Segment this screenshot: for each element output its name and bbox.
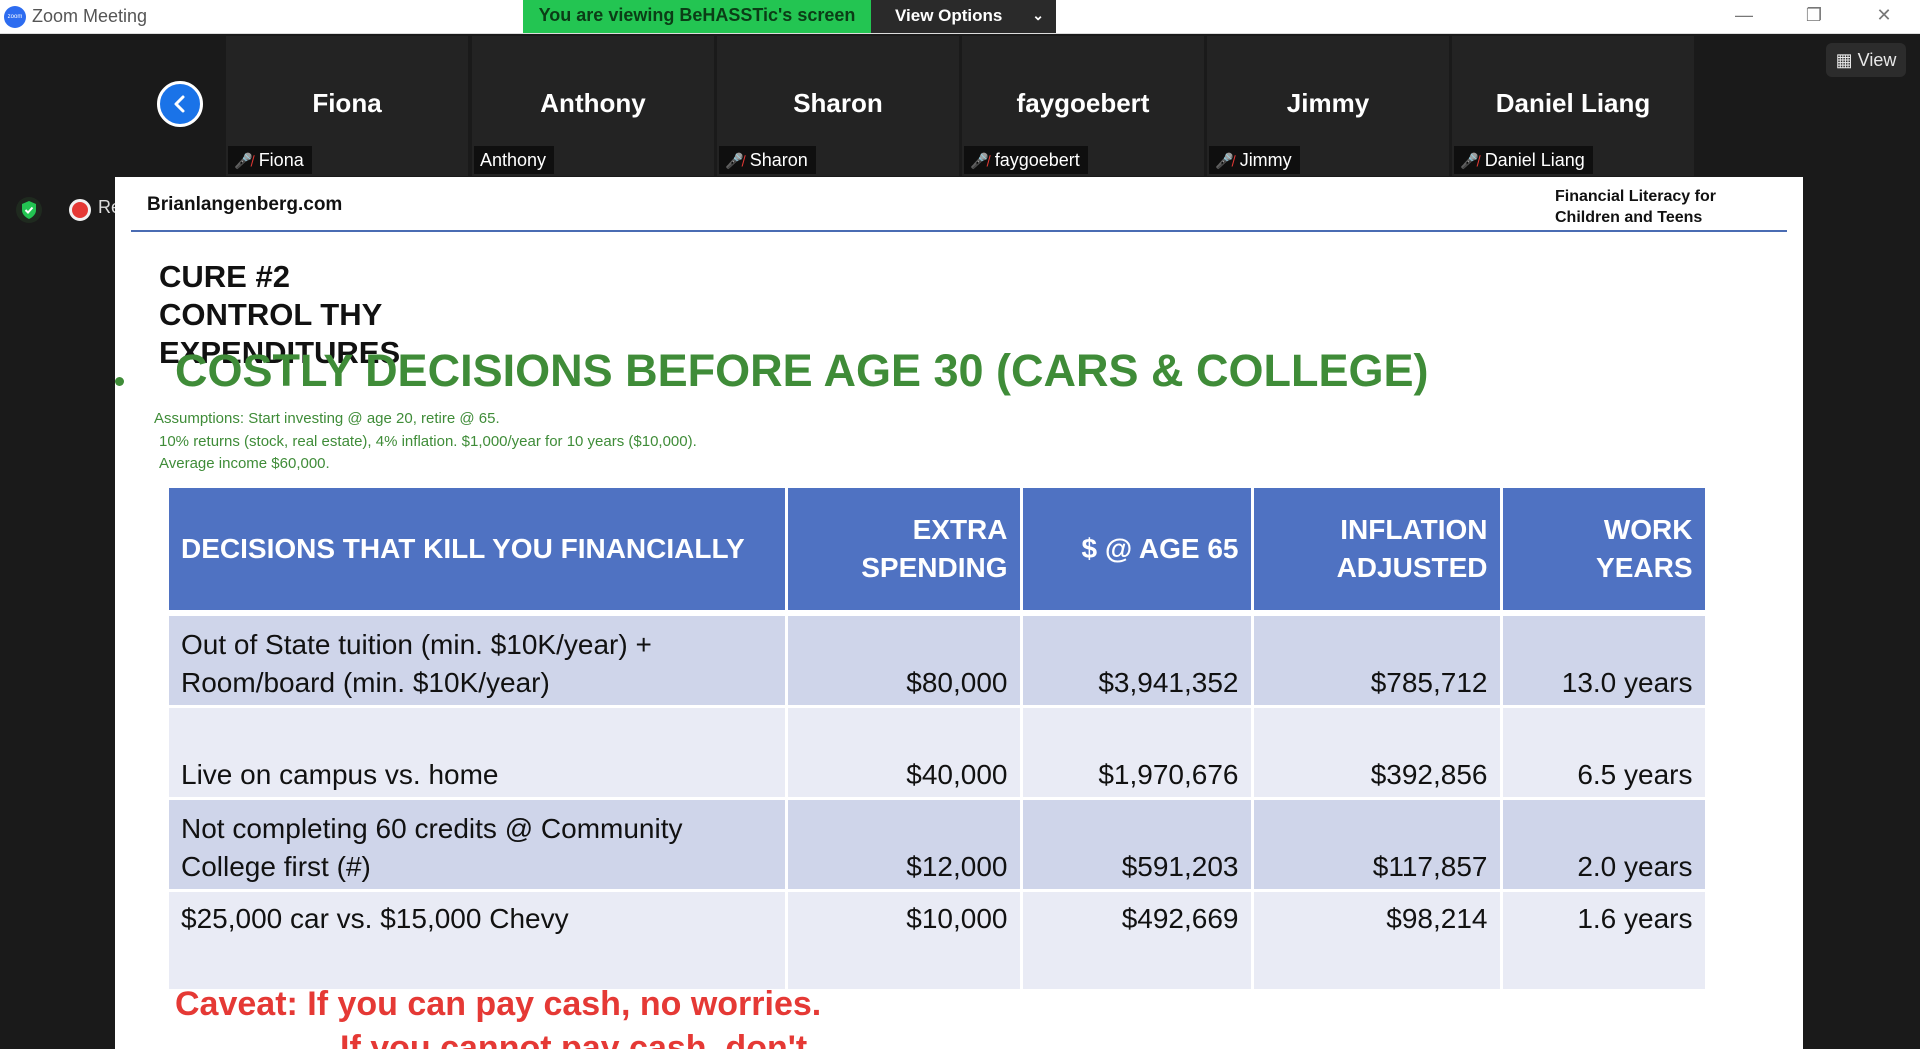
participant-tile[interactable]: Anthony Anthony [472,36,714,176]
participant-tag-label: Fiona [258,150,304,170]
age65-cell: $591,203 [1021,798,1254,892]
participant-display-name: Daniel Liang [1495,88,1651,118]
mic-muted-icon: 🎤̸ [725,153,744,170]
participant-tile[interactable]: Fiona 🎤̸ Fiona [226,36,468,176]
column-header: EXTRA SPENDING [786,488,1023,616]
participant-tile[interactable]: Daniel Liang 🎤̸ Daniel Liang [1452,36,1694,176]
participant-name-tag: 🎤̸ Fiona [228,146,312,174]
decision-cell: Not completing 60 credits @ Community Co… [169,798,788,892]
slide-site-name: Brianlangenberg.com [147,194,343,215]
age65-cell: $3,941,352 [1021,613,1254,708]
bullet-dot [115,377,124,386]
table-row: Out of State tuition (min. $10K/year) + … [169,613,1708,708]
extra-spending-cell: $80,000 [786,613,1023,708]
mic-muted-icon: 🎤̸ [234,153,253,170]
restore-button[interactable]: ❐ [1779,0,1849,33]
decisions-table: DECISIONS THAT KILL YOU FINANCIALLY EXTR… [169,488,1708,992]
participant-display-name: Fiona [312,88,382,118]
column-header: DECISIONS THAT KILL YOU FINANCIALLY [169,488,788,616]
decision-cell: $25,000 car vs. $15,000 Chevy [169,890,788,992]
caveat-text: Caveat: If you can pay cash, no worries. [175,985,822,1023]
column-header: WORK YEARS [1501,488,1708,616]
inflation-adjusted-cell: $98,214 [1252,890,1503,992]
participant-tile[interactable]: Sharon 🎤̸ Sharon [717,36,959,176]
table-row: Not completing 60 credits @ Community Co… [169,798,1708,892]
table-row: $25,000 car vs. $15,000 Chevy $10,000 $4… [169,890,1708,992]
participant-name-tag: 🎤̸ Daniel Liang [1454,146,1593,174]
column-header: INFLATION ADJUSTED [1252,488,1503,616]
decision-cell: Live on campus vs. home [169,706,788,800]
chevron-left-icon [174,95,185,113]
chevron-down-icon: ⌄ [1032,7,1044,23]
inflation-adjusted-cell: $392,856 [1252,706,1503,800]
inflation-adjusted-cell: $785,712 [1252,613,1503,708]
view-options-label: View Options [895,6,1003,25]
participant-tile[interactable]: Jimmy 🎤̸ Jimmy [1207,36,1449,176]
age65-cell: $1,970,676 [1021,706,1254,800]
column-header: $ @ AGE 65 [1021,488,1254,616]
mic-muted-icon: 🎤̸ [1460,153,1479,170]
extra-spending-cell: $40,000 [786,706,1023,800]
extra-spending-cell: $10,000 [786,890,1023,992]
participant-tag-label: Daniel Liang [1484,150,1585,170]
gallery-back-button[interactable] [157,81,203,127]
work-years-cell: 13.0 years [1501,613,1708,708]
participant-display-name: Sharon [793,88,883,118]
participant-tag-label: Anthony [480,150,547,170]
participant-display-name: faygoebert [1016,88,1150,118]
recording-indicator-icon[interactable] [69,199,91,221]
caveat-text-continued: If you cannot pay cash, don't. [340,1029,817,1049]
window-title: Zoom Meeting [32,6,148,26]
grid-icon: ▦ [1835,50,1853,70]
table-header-row: DECISIONS THAT KILL YOU FINANCIALLY EXTR… [169,488,1708,616]
participant-tag-label: Sharon [749,150,808,170]
work-years-cell: 1.6 years [1501,890,1708,992]
participant-name-tag: Anthony [474,146,555,174]
participant-display-name: Jimmy [1286,88,1370,118]
table-row: Live on campus vs. home $40,000 $1,970,6… [169,706,1708,800]
participant-tag-label: Jimmy [1239,150,1292,170]
minimize-button[interactable]: — [1709,0,1779,33]
work-years-cell: 2.0 years [1501,798,1708,892]
participant-tag-label: faygoebert [994,150,1080,170]
zoom-logo-icon: zoom [4,6,26,28]
participant-name-tag: 🎤̸ faygoebert [964,146,1088,174]
close-button[interactable]: ✕ [1849,0,1919,33]
shared-screen-slide: Brianlangenberg.com Financial Literacy f… [115,177,1803,1049]
security-shield-icon[interactable] [16,197,42,223]
age65-cell: $492,669 [1021,890,1254,992]
decision-cell: Out of State tuition (min. $10K/year) + … [169,613,788,708]
extra-spending-cell: $12,000 [786,798,1023,892]
inflation-adjusted-cell: $117,857 [1252,798,1503,892]
participant-name-tag: 🎤̸ Jimmy [1209,146,1300,174]
assumption-line: Assumptions: Start investing @ age 20, r… [154,410,500,427]
work-years-cell: 6.5 years [1501,706,1708,800]
participant-display-name: Anthony [540,88,646,118]
participant-tile[interactable]: faygoebert 🎤̸ faygoebert [962,36,1204,176]
assumption-line: Average income $60,000. [159,455,330,472]
participant-name-tag: 🎤̸ Sharon [719,146,816,174]
shield-check-icon [22,201,36,219]
mic-muted-icon: 🎤̸ [1215,153,1234,170]
view-options-button[interactable]: View Options ⌄ [871,0,1056,33]
view-layout-label: View [1857,50,1897,70]
slide-header-divider [131,230,1787,232]
assumption-line: 10% returns (stock, real estate), 4% inf… [159,433,697,450]
slide-headline: COSTLY DECISIONS BEFORE AGE 30 (CARS & C… [175,345,1429,396]
window-titlebar: zoom Zoom Meeting You are viewing BeHASS… [0,0,1920,34]
slide-course-title: Financial Literacy for Children and Teen… [1555,188,1716,226]
view-layout-button[interactable]: ▦ View [1826,43,1906,77]
screen-share-banner: You are viewing BeHASSTic's screen [523,0,871,33]
mic-muted-icon: 🎤̸ [970,153,989,170]
